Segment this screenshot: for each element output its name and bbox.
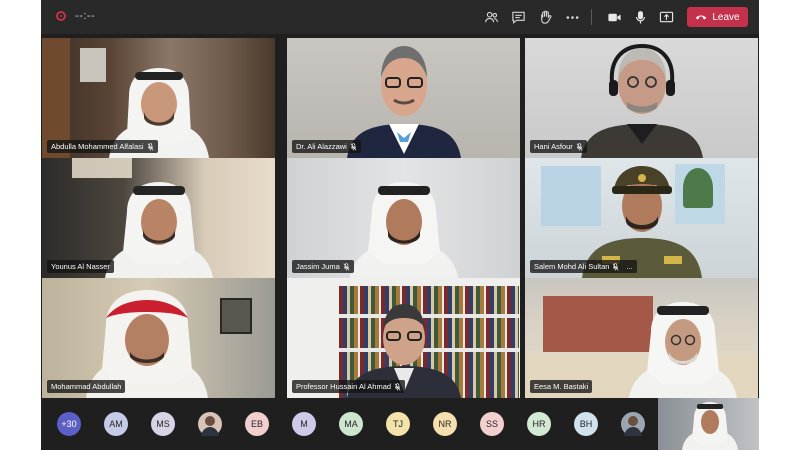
leave-label: Leave [712, 11, 740, 23]
video-tile-mohammad-abdullah[interactable]: Mohammad Abdullah [42, 278, 275, 398]
participant-avatar[interactable]: TJ [386, 412, 410, 436]
participant-video [104, 182, 213, 278]
video-tile-hani-asfour[interactable]: Hani Asfour [525, 38, 758, 158]
video-tile-dr-ali-alazzawi[interactable]: Dr. Ali Alazzawi [287, 38, 520, 158]
ceiling-light-shape [72, 158, 132, 178]
participant-more-options[interactable]: ... [626, 262, 632, 271]
phone-hangup-icon [696, 15, 707, 20]
participant-avatar[interactable]: EB [245, 412, 269, 436]
chat-icon [511, 11, 525, 24]
leave-button[interactable]: Leave [687, 7, 748, 27]
participants-button[interactable] [481, 7, 501, 27]
share-screen-button[interactable] [656, 7, 676, 27]
mic-muted-icon [613, 262, 619, 271]
share-screen-icon [659, 11, 673, 22]
avatar-initials: TJ [393, 419, 403, 429]
avatar-initials: MS [156, 419, 170, 429]
participant-avatar[interactable]: HR [527, 412, 551, 436]
mic-muted-icon [350, 142, 357, 151]
mic-muted-icon [394, 382, 401, 391]
participant-avatar[interactable]: BH [574, 412, 598, 436]
camera-icon [607, 13, 621, 21]
self-view-person [682, 402, 738, 450]
participant-roster: +30 AM MS EB M MA TJ NR SS HR BH [41, 398, 759, 450]
participant-name-tag: Younus Al Nasser [47, 260, 114, 273]
mic-muted-icon [343, 262, 350, 271]
participant-name-tag: Professor Hussain Al Ahmad [292, 380, 406, 393]
participants-icon [484, 11, 498, 22]
meeting-toolbar: --:-- Leave [41, 0, 759, 34]
chat-button[interactable] [508, 7, 528, 27]
participant-avatar[interactable]: NR [433, 412, 457, 436]
participant-avatar[interactable]: M [292, 412, 316, 436]
video-tile-salem-mohd-ali-sultan[interactable]: Salem Mohd Ali Sultan ... [525, 158, 758, 278]
participant-video [629, 302, 738, 398]
participant-avatar-photo[interactable] [198, 412, 222, 436]
avatar-initials: MA [344, 419, 358, 429]
video-tile-younus-al-nasser[interactable]: Younus Al Nasser [42, 158, 275, 278]
meeting-timer: --:-- [75, 10, 96, 22]
participant-name-tag: Hani Asfour [530, 140, 587, 153]
overflow-participants-button[interactable]: +30 [57, 412, 81, 436]
participant-video [580, 43, 703, 158]
video-tile-abdulla-mohammed-alfalasi[interactable]: Abdulla Mohammed Alfalasi [42, 38, 275, 158]
participant-avatar[interactable]: MS [151, 412, 175, 436]
participant-name-tag: Mohammad Abdullah [47, 380, 126, 393]
avatar-initials: AM [109, 419, 123, 429]
participant-name-tag: Eesa M. Bastaki [530, 380, 593, 393]
video-tile-eesa-m-bastaki[interactable]: Eesa M. Bastaki [525, 278, 758, 398]
avatar-photo-icon [201, 416, 219, 436]
raise-hand-icon [540, 10, 551, 24]
participant-name-tag: Salem Mohd Ali Sultan ... [530, 260, 637, 273]
self-view-video[interactable] [658, 398, 759, 450]
participant-avatar-photo[interactable] [621, 412, 645, 436]
participant-name-tag: Abdulla Mohammed Alfalasi [47, 140, 158, 153]
camera-button[interactable] [604, 7, 624, 27]
avatar-initials: M [300, 419, 308, 429]
participant-name-tag: Dr. Ali Alazzawi [292, 140, 361, 153]
participant-name-tag: Jassim Juma [292, 260, 354, 273]
more-actions-button[interactable] [562, 7, 582, 27]
raise-hand-button[interactable] [535, 7, 555, 27]
video-tile-jassim-juma[interactable]: Jassim Juma [287, 158, 520, 278]
participant-avatar[interactable]: MA [339, 412, 363, 436]
mic-muted-icon [147, 142, 153, 151]
avatar-initials: SS [485, 419, 498, 429]
participant-avatar[interactable]: AM [104, 412, 128, 436]
microphone-button[interactable] [630, 7, 650, 27]
more-actions-icon [566, 15, 578, 19]
meeting-window: --:-- Leave Abdulla Mohammed Alfalasi Dr… [41, 0, 759, 450]
avatar-photo-icon [624, 416, 642, 436]
participant-avatar[interactable]: SS [480, 412, 504, 436]
recording-indicator-icon [56, 11, 66, 21]
microphone-icon [635, 10, 645, 23]
avatar-initials: NR [438, 419, 452, 429]
avatar-initials: HR [532, 419, 546, 429]
avatar-initials: BH [579, 419, 593, 429]
picture-frame-shape [220, 298, 252, 334]
video-tile-professor-hussain-al-ahmad[interactable]: Professor Hussain Al Ahmad [287, 278, 520, 398]
toolbar-divider [591, 9, 592, 25]
avatar-initials: EB [250, 419, 263, 429]
mic-muted-icon [576, 142, 583, 151]
participant-video [349, 182, 458, 278]
